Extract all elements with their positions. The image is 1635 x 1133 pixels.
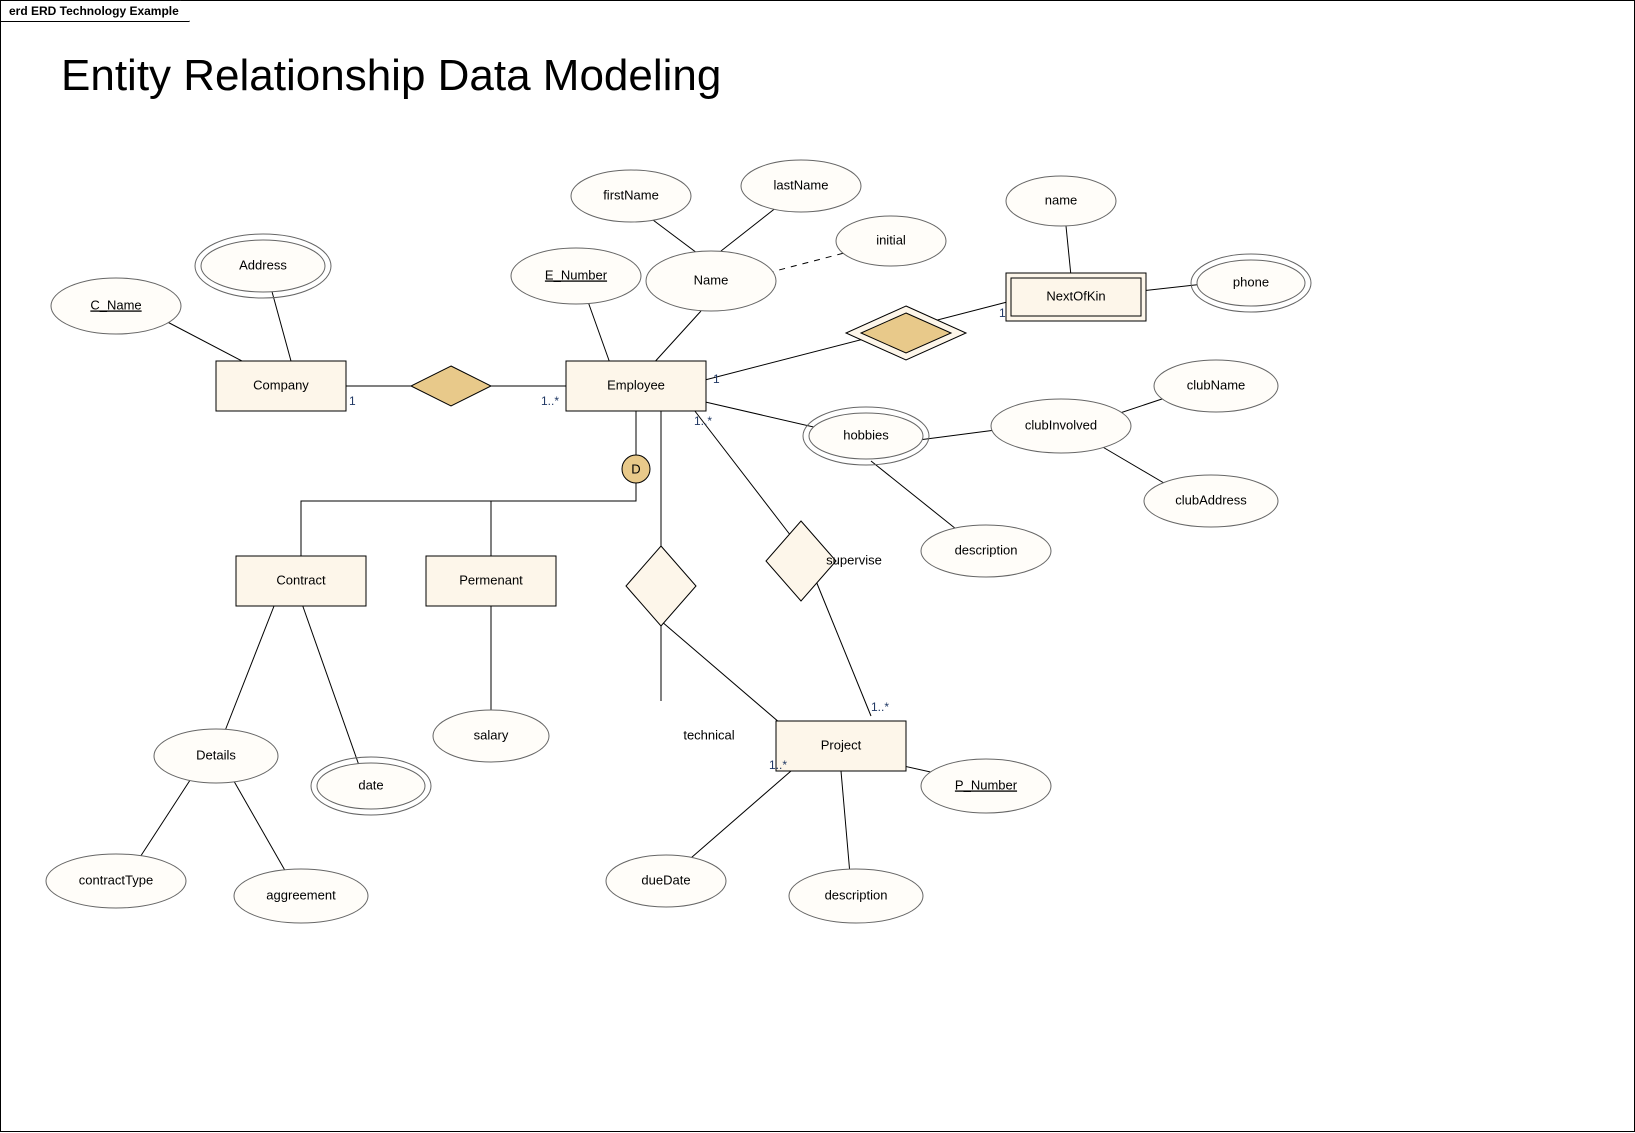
attr-p-number-label: P_Number — [955, 777, 1018, 792]
diagram-frame: erd ERD Technology Example Entity Relati… — [0, 0, 1635, 1132]
entity-employee-label: Employee — [607, 377, 665, 392]
attr-hobbies-label: hobbies — [843, 427, 889, 442]
relationship-technical — [626, 546, 696, 626]
card-company: 1 — [349, 394, 356, 408]
attr-address-label: Address — [239, 257, 287, 272]
attr-club-address-label: clubAddress — [1175, 492, 1247, 507]
relationship-company-employee — [411, 366, 491, 406]
attr-salary-label: salary — [474, 727, 509, 742]
attr-aggreement-label: aggreement — [266, 887, 336, 902]
erd-canvas: D Company Employee NextOfKin Contract Pe… — [1, 1, 1635, 1133]
card-employee-kin: 1 — [713, 372, 720, 386]
attr-contract-type-label: contractType — [79, 872, 153, 887]
entity-contract-label: Contract — [276, 572, 326, 587]
card-employee-company: 1..* — [541, 394, 559, 408]
attr-c-name-label: C_Name — [90, 297, 141, 312]
disjoint-label: D — [631, 461, 640, 476]
attr-firstname-label: firstName — [603, 187, 659, 202]
attr-e-number-label: E_Number — [545, 267, 608, 282]
attr-club-name-label: clubName — [1187, 377, 1246, 392]
attr-name-label: Name — [694, 272, 729, 287]
entity-permanent-label: Permenant — [459, 572, 523, 587]
entity-company-label: Company — [253, 377, 309, 392]
attr-kin-phone-label: phone — [1233, 274, 1269, 289]
card-project-technical: 1..* — [769, 758, 787, 772]
attr-lastname-label: lastName — [774, 177, 829, 192]
attr-date-label: date — [358, 777, 383, 792]
attr-duedate-label: dueDate — [641, 872, 690, 887]
attr-hobby-desc-label: description — [955, 542, 1018, 557]
card-kin-employee: 1 — [999, 306, 1006, 320]
relationship-technical-label: technical — [683, 727, 734, 742]
attr-details-label: Details — [196, 747, 236, 762]
entity-project-label: Project — [821, 737, 862, 752]
card-project-supervise: 1..* — [871, 700, 889, 714]
attr-proj-desc-label: description — [825, 887, 888, 902]
attr-initial-label: initial — [876, 232, 906, 247]
card-employee-proj: 1..* — [694, 414, 712, 428]
attr-kin-name-label: name — [1045, 192, 1078, 207]
entity-nextofkin-label: NextOfKin — [1046, 288, 1105, 303]
attr-club-involved-label: clubInvolved — [1025, 417, 1097, 432]
relationship-supervise-label: supervise — [826, 552, 882, 567]
